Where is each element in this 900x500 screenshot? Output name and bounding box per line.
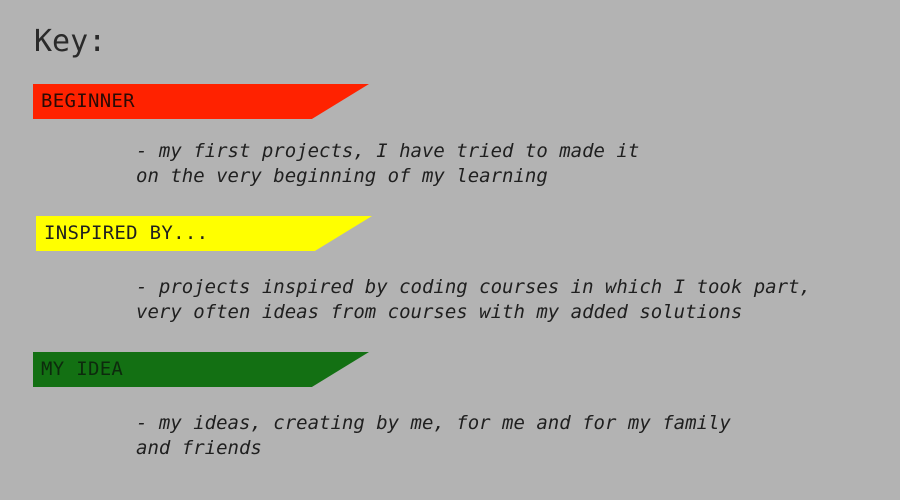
description-line: - my first projects, I have tried to mad… bbox=[136, 140, 640, 162]
description-line: on the very beginning of my learning bbox=[136, 165, 548, 187]
inspired-by-banner: INSPIRED BY... bbox=[36, 216, 372, 251]
description-line: and friends bbox=[136, 437, 262, 459]
beginner-banner: BEGINNER bbox=[33, 84, 369, 119]
my-idea-label: MY IDEA bbox=[41, 358, 124, 380]
description-line: very often ideas from courses with my ad… bbox=[136, 301, 743, 323]
beginner-label: BEGINNER bbox=[41, 90, 135, 112]
description-line: - projects inspired by coding courses in… bbox=[136, 276, 811, 298]
inspired-by-description: - projects inspired by coding courses in… bbox=[136, 275, 811, 325]
beginner-description: - my first projects, I have tried to mad… bbox=[136, 139, 639, 189]
my-idea-description: - my ideas, creating by me, for me and f… bbox=[136, 411, 731, 461]
my-idea-banner: MY IDEA bbox=[33, 352, 369, 387]
inspired-by-label: INSPIRED BY... bbox=[44, 222, 209, 244]
key-title: Key: bbox=[34, 24, 107, 59]
description-line: - my ideas, creating by me, for me and f… bbox=[136, 412, 731, 434]
